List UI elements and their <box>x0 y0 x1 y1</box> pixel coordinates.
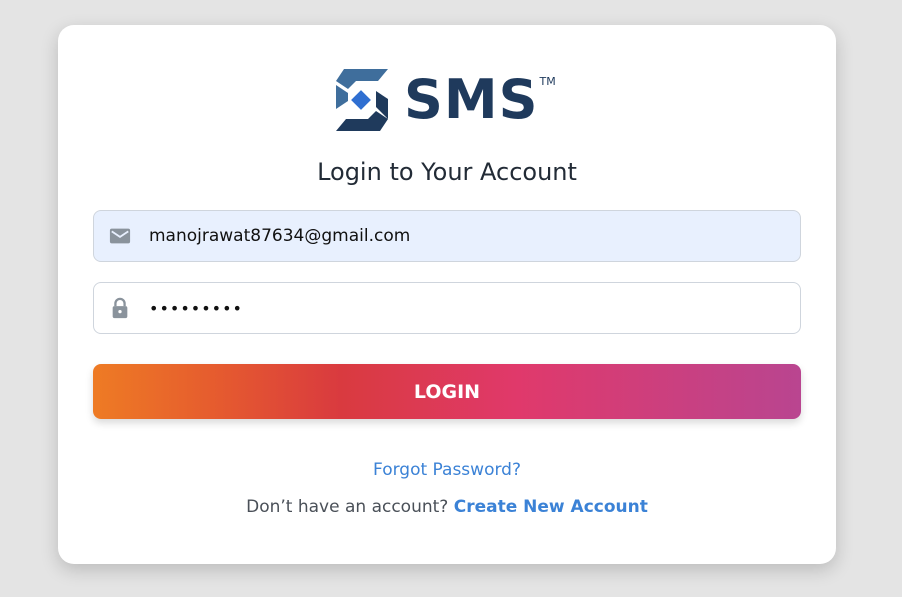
create-account-link[interactable]: Create New Account <box>454 497 648 517</box>
signup-row: Don’t have an account? Create New Accoun… <box>58 497 836 517</box>
forgot-password-link[interactable]: Forgot Password? <box>58 460 836 480</box>
signup-prompt: Don’t have an account? <box>246 497 449 517</box>
login-button[interactable]: LOGIN <box>93 364 801 419</box>
page-title: Login to Your Account <box>317 158 577 186</box>
mail-icon <box>109 228 131 244</box>
password-field[interactable]: ••••••••• <box>93 282 801 334</box>
email-value[interactable]: manojrawat87634@gmail.com <box>149 226 410 246</box>
sms-logo-mark-icon <box>336 69 388 131</box>
logo-trademark: TM <box>539 75 556 88</box>
lock-icon <box>112 297 128 319</box>
sms-logo: SMS TM <box>334 67 556 133</box>
logo-text: SMS <box>404 68 539 131</box>
password-value[interactable]: ••••••••• <box>149 299 243 318</box>
login-card: SMS TM Login to Your Account manojrawat8… <box>58 25 836 564</box>
email-field[interactable]: manojrawat87634@gmail.com <box>93 210 801 262</box>
